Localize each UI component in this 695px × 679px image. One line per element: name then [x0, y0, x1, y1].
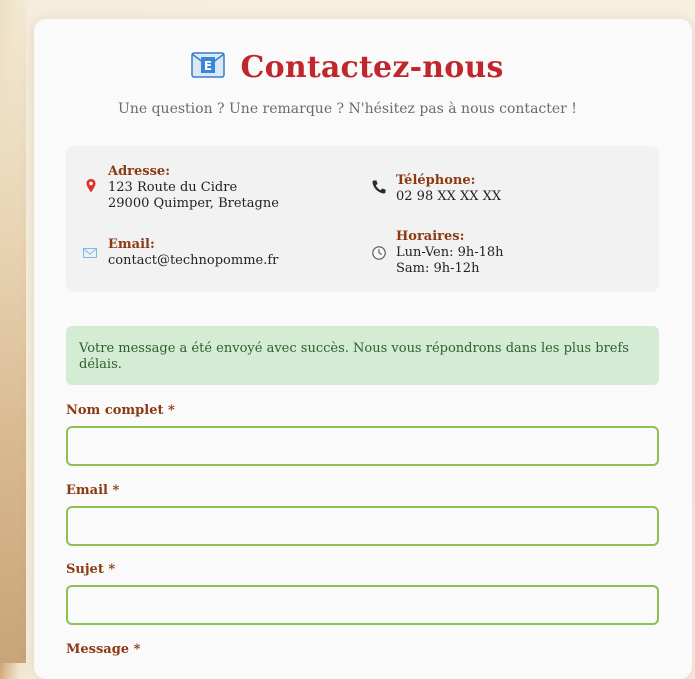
name-input[interactable] — [66, 426, 659, 466]
hours-label: Horaires: — [396, 229, 465, 244]
name-label: Nom complet * — [66, 403, 175, 418]
map-pin-icon — [83, 178, 99, 194]
message-label: Message * — [66, 642, 141, 657]
phone-info: Téléphone: 02 98 XX XX XX — [372, 173, 502, 205]
email-value[interactable]: contact@technopomme.fr — [108, 253, 278, 269]
svg-text:E: E — [204, 59, 212, 73]
address-line-1: 123 Route du Cidre — [108, 180, 238, 195]
envelope-icon: E — [191, 51, 226, 78]
subject-input[interactable] — [66, 585, 659, 625]
address-info: Adresse: 123 Route du Cidre 29000 Quimpe… — [86, 164, 279, 212]
phone-value: 02 98 XX XX XX — [396, 189, 502, 204]
subject-label: Sujet * — [66, 562, 116, 577]
success-alert: Votre message a été envoyé avec succès. … — [66, 326, 659, 385]
page-subtitle: Une question ? Une remarque ? N'hésitez … — [118, 101, 577, 117]
envelope-icon — [82, 245, 98, 261]
hours-line-1: Lun-Ven: 9h-18h — [396, 245, 504, 260]
success-message: Votre message a été envoyé avec succès. … — [79, 341, 629, 372]
hours-info: Horaires: Lun-Ven: 9h-18h Sam: 9h-12h — [372, 229, 504, 277]
clock-icon — [371, 245, 387, 261]
email-info: Email: contact@technopomme.fr — [83, 237, 278, 269]
address-line-2: 29000 Quimper, Bretagne — [108, 196, 279, 211]
email-field-label: Email * — [66, 483, 120, 498]
hours-line-2: Sam: 9h-12h — [396, 261, 480, 276]
phone-icon — [371, 179, 387, 195]
email-label: Email: — [108, 237, 155, 252]
address-label: Adresse: — [108, 164, 171, 179]
page-title: Contactez-nous — [240, 50, 504, 85]
email-input[interactable] — [66, 506, 659, 546]
page-header: E Contactez-nous — [0, 50, 695, 94]
page-background-edge — [0, 0, 26, 663]
phone-label: Téléphone: — [396, 173, 476, 188]
